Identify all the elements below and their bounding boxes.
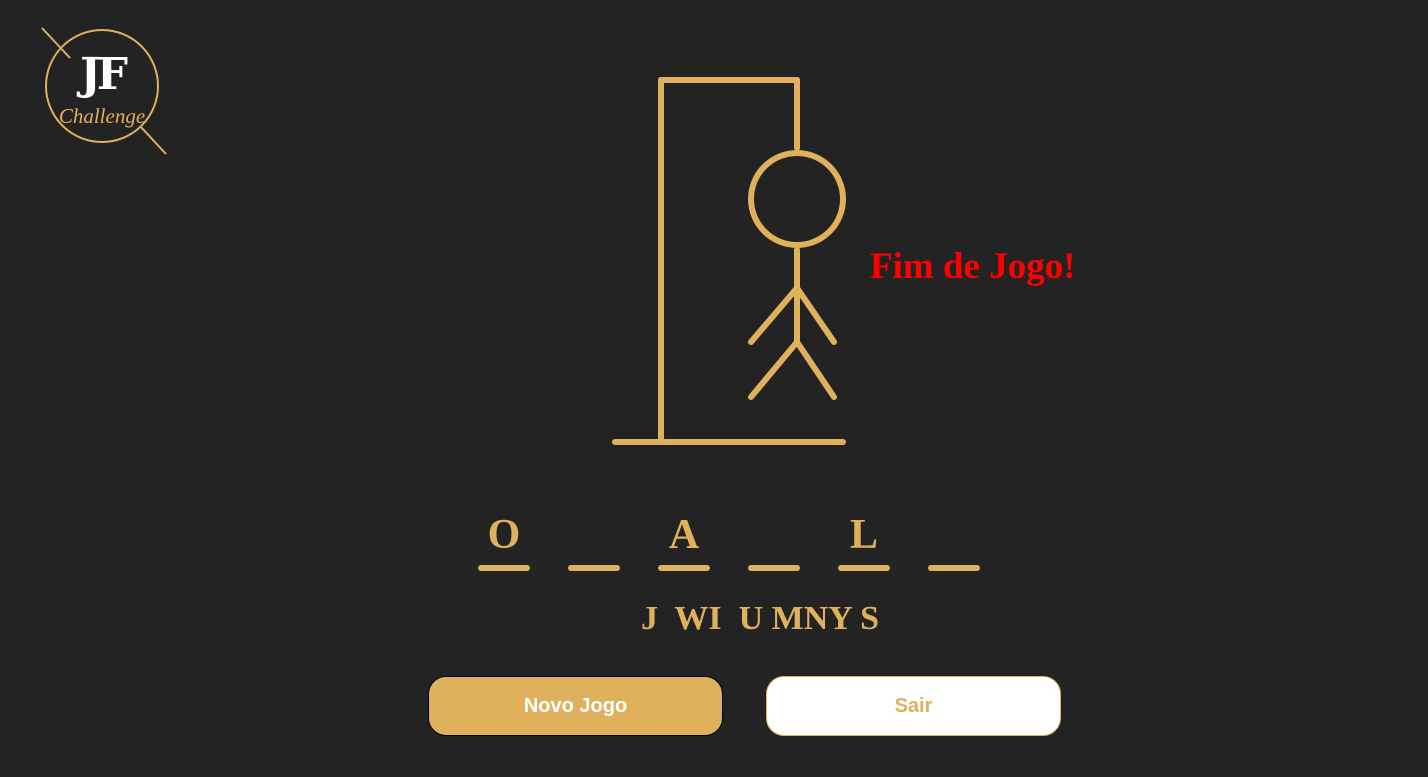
word-slot-letter: L <box>849 512 878 558</box>
word-slot-letter: A <box>668 512 700 558</box>
word-slot: O <box>478 508 530 572</box>
new-game-button[interactable]: Novo Jogo <box>428 676 723 736</box>
word-slot: L <box>838 508 890 572</box>
game-screen: JF Challenge Fim de Jogo! O A L J WI U M… <box>0 0 1428 777</box>
logo: JF Challenge <box>40 26 170 156</box>
hangman-right-arm <box>794 285 837 345</box>
hangman-right-leg <box>794 339 837 400</box>
hangman-drawing <box>612 77 846 445</box>
word-slots: O A L <box>478 508 980 572</box>
hangman-left-arm <box>748 285 800 345</box>
word-slot-underline <box>838 565 890 571</box>
word-slot-letter: O <box>487 512 521 558</box>
word-slot-underline <box>748 565 800 571</box>
word-slot: A <box>658 508 710 572</box>
game-over-message: Fim de Jogo! <box>870 246 1076 287</box>
wrong-letters: J WI U MNY S <box>640 600 880 637</box>
word-slot-underline <box>478 565 530 571</box>
word-slot <box>568 508 620 572</box>
logo-title: JF <box>79 49 128 100</box>
logo-subtitle: Challenge <box>58 104 146 128</box>
word-slot <box>748 508 800 572</box>
hangman-left-leg <box>748 339 800 400</box>
word-slot <box>928 508 980 572</box>
hangman-head <box>748 150 846 248</box>
word-slot-underline <box>658 565 710 571</box>
word-slot-underline <box>568 565 620 571</box>
word-slot-underline <box>928 565 980 571</box>
exit-button[interactable]: Sair <box>766 676 1061 736</box>
